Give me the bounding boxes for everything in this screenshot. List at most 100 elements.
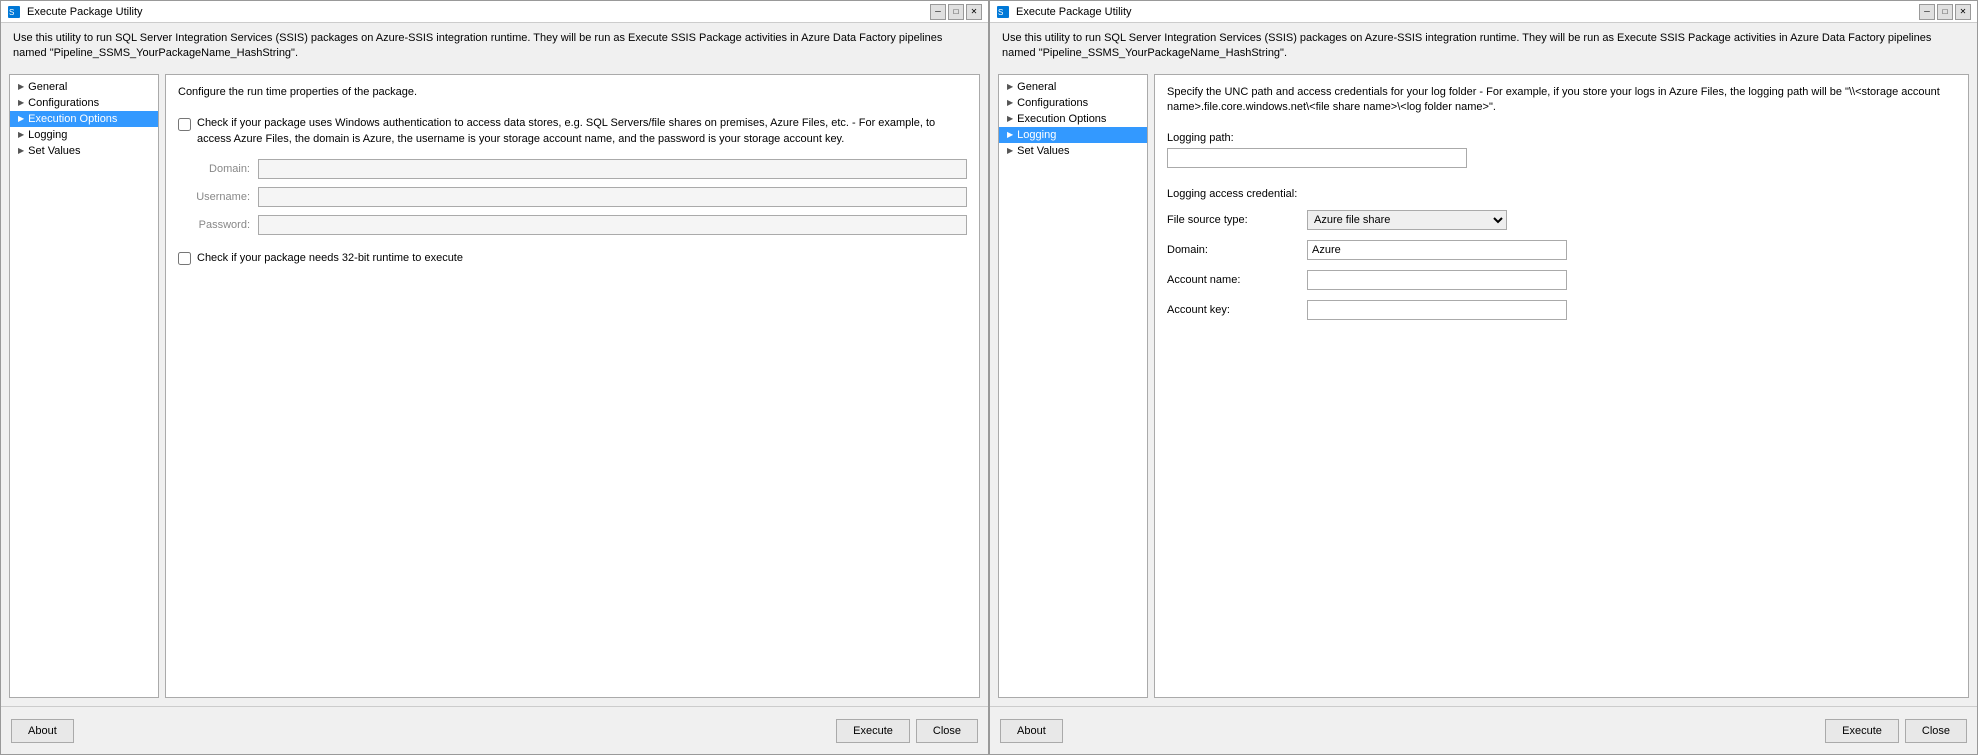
close-button-1[interactable]: ✕ bbox=[966, 4, 982, 20]
app-icon-2: S bbox=[996, 5, 1010, 19]
file-source-type-select[interactable]: Azure file share Local file share bbox=[1307, 210, 1507, 230]
domain-row-2: Domain: bbox=[1167, 240, 1956, 260]
app-icon-1: S bbox=[7, 5, 21, 19]
password-input-1[interactable] bbox=[258, 215, 967, 235]
windows-auth-checkbox-1[interactable] bbox=[178, 118, 191, 131]
sidebar-item-execution-options-2[interactable]: ▶ Execution Options bbox=[999, 111, 1147, 127]
arrow-icon-setvalues-1: ▶ bbox=[18, 146, 24, 155]
account-key-input[interactable] bbox=[1307, 300, 1567, 320]
maximize-icon-2: □ bbox=[1943, 7, 1948, 16]
account-key-row: Account key: bbox=[1167, 300, 1956, 320]
footer-2: About Execute Close bbox=[990, 706, 1977, 754]
window2: S Execute Package Utility ─ □ ✕ Use this… bbox=[989, 0, 1978, 755]
arrow-icon-logging-1: ▶ bbox=[18, 130, 24, 139]
account-name-row: Account name: bbox=[1167, 270, 1956, 290]
account-key-label: Account key: bbox=[1167, 304, 1307, 316]
domain-input-2[interactable] bbox=[1307, 240, 1567, 260]
arrow-icon-general-2: ▶ bbox=[1007, 82, 1013, 91]
nav-panel-1: ▶ General ▶ Configurations ▶ Execution O… bbox=[9, 74, 159, 698]
content-description-1: Configure the run time properties of the… bbox=[178, 85, 967, 100]
bit32-row-1: Check if your package needs 32-bit runti… bbox=[178, 251, 967, 266]
account-name-input[interactable] bbox=[1307, 270, 1567, 290]
bit32-label-1: Check if your package needs 32-bit runti… bbox=[197, 251, 463, 266]
windows-auth-row-1: Check if your package uses Windows authe… bbox=[178, 116, 967, 147]
sidebar-item-configurations-2[interactable]: ▶ Configurations bbox=[999, 95, 1147, 111]
arrow-icon-execution-1: ▶ bbox=[18, 114, 24, 123]
sidebar-item-logging-2[interactable]: ▶ Logging bbox=[999, 127, 1147, 143]
file-source-type-row: File source type: Azure file share Local… bbox=[1167, 210, 1956, 230]
footer-1: About Execute Close bbox=[1, 706, 988, 754]
title-bar-buttons-2: ─ □ ✕ bbox=[1919, 4, 1971, 20]
content-panel-2: Specify the UNC path and access credenti… bbox=[1154, 74, 1969, 698]
window-body-1: ▶ General ▶ Configurations ▶ Execution O… bbox=[1, 70, 988, 706]
domain-field-row-1: Domain: bbox=[178, 159, 967, 179]
domain-label-1: Domain: bbox=[178, 163, 258, 175]
maximize-button-1[interactable]: □ bbox=[948, 4, 964, 20]
title-bar-2: S Execute Package Utility ─ □ ✕ bbox=[990, 1, 1977, 23]
window-body-2: ▶ General ▶ Configurations ▶ Execution O… bbox=[990, 70, 1977, 706]
credential-title: Logging access credential: bbox=[1167, 188, 1956, 200]
sidebar-item-execution-options-1[interactable]: ▶ Execution Options bbox=[10, 111, 158, 127]
maximize-button-2[interactable]: □ bbox=[1937, 4, 1953, 20]
content-description-2: Specify the UNC path and access credenti… bbox=[1167, 85, 1956, 116]
windows-auth-label-1: Check if your package uses Windows authe… bbox=[197, 116, 967, 147]
arrow-icon-setvalues-2: ▶ bbox=[1007, 146, 1013, 155]
minimize-icon-2: ─ bbox=[1924, 7, 1930, 16]
username-input-1[interactable] bbox=[258, 187, 967, 207]
content-panel-1: Configure the run time properties of the… bbox=[165, 74, 980, 698]
logging-path-input[interactable] bbox=[1167, 148, 1467, 168]
password-field-row-1: Password: bbox=[178, 215, 967, 235]
window-description-1: Use this utility to run SQL Server Integ… bbox=[1, 23, 988, 70]
window1: S Execute Package Utility ─ □ ✕ Use this… bbox=[0, 0, 989, 755]
password-label-1: Password: bbox=[178, 219, 258, 231]
execute-button-1[interactable]: Execute bbox=[836, 719, 910, 743]
about-button-2[interactable]: About bbox=[1000, 719, 1063, 743]
sidebar-item-general-2[interactable]: ▶ General bbox=[999, 79, 1147, 95]
sidebar-item-logging-1[interactable]: ▶ Logging bbox=[10, 127, 158, 143]
close-icon-1: ✕ bbox=[971, 7, 978, 16]
title-bar-left-2: S Execute Package Utility bbox=[996, 5, 1132, 19]
title-bar-1: S Execute Package Utility ─ □ ✕ bbox=[1, 1, 988, 23]
close-icon-2: ✕ bbox=[1960, 7, 1967, 16]
svg-text:S: S bbox=[9, 8, 14, 17]
username-label-1: Username: bbox=[178, 191, 258, 203]
title-bar-buttons-1: ─ □ ✕ bbox=[930, 4, 982, 20]
domain-label-2: Domain: bbox=[1167, 244, 1307, 256]
minimize-icon-1: ─ bbox=[935, 7, 941, 16]
svg-text:S: S bbox=[998, 8, 1003, 17]
maximize-icon-1: □ bbox=[954, 7, 959, 16]
title-bar-left-1: S Execute Package Utility bbox=[7, 5, 143, 19]
arrow-icon-general-1: ▶ bbox=[18, 82, 24, 91]
username-field-row-1: Username: bbox=[178, 187, 967, 207]
domain-input-1[interactable] bbox=[258, 159, 967, 179]
close-button-footer-1[interactable]: Close bbox=[916, 719, 978, 743]
arrow-icon-configurations-1: ▶ bbox=[18, 98, 24, 107]
arrow-icon-execution-2: ▶ bbox=[1007, 114, 1013, 123]
footer-left-1: About bbox=[11, 719, 836, 743]
account-name-label: Account name: bbox=[1167, 274, 1307, 286]
about-button-1[interactable]: About bbox=[11, 719, 74, 743]
file-source-type-label: File source type: bbox=[1167, 214, 1307, 226]
logging-path-section: Logging path: bbox=[1167, 132, 1956, 168]
close-button-footer-2[interactable]: Close bbox=[1905, 719, 1967, 743]
credential-section: Logging access credential: File source t… bbox=[1167, 188, 1956, 320]
window-title-2: Execute Package Utility bbox=[1016, 6, 1132, 18]
footer-right-2: Execute Close bbox=[1825, 719, 1967, 743]
sidebar-item-general-1[interactable]: ▶ General bbox=[10, 79, 158, 95]
nav-panel-2: ▶ General ▶ Configurations ▶ Execution O… bbox=[998, 74, 1148, 698]
arrow-icon-configurations-2: ▶ bbox=[1007, 98, 1013, 107]
bit32-checkbox-1[interactable] bbox=[178, 252, 191, 265]
footer-right-1: Execute Close bbox=[836, 719, 978, 743]
sidebar-item-set-values-1[interactable]: ▶ Set Values bbox=[10, 143, 158, 159]
execute-button-2[interactable]: Execute bbox=[1825, 719, 1899, 743]
footer-left-2: About bbox=[1000, 719, 1825, 743]
window-title-1: Execute Package Utility bbox=[27, 6, 143, 18]
sidebar-item-configurations-1[interactable]: ▶ Configurations bbox=[10, 95, 158, 111]
window-description-2: Use this utility to run SQL Server Integ… bbox=[990, 23, 1977, 70]
close-button-2[interactable]: ✕ bbox=[1955, 4, 1971, 20]
arrow-icon-logging-2: ▶ bbox=[1007, 130, 1013, 139]
sidebar-item-set-values-2[interactable]: ▶ Set Values bbox=[999, 143, 1147, 159]
logging-path-label: Logging path: bbox=[1167, 132, 1307, 144]
minimize-button-1[interactable]: ─ bbox=[930, 4, 946, 20]
minimize-button-2[interactable]: ─ bbox=[1919, 4, 1935, 20]
